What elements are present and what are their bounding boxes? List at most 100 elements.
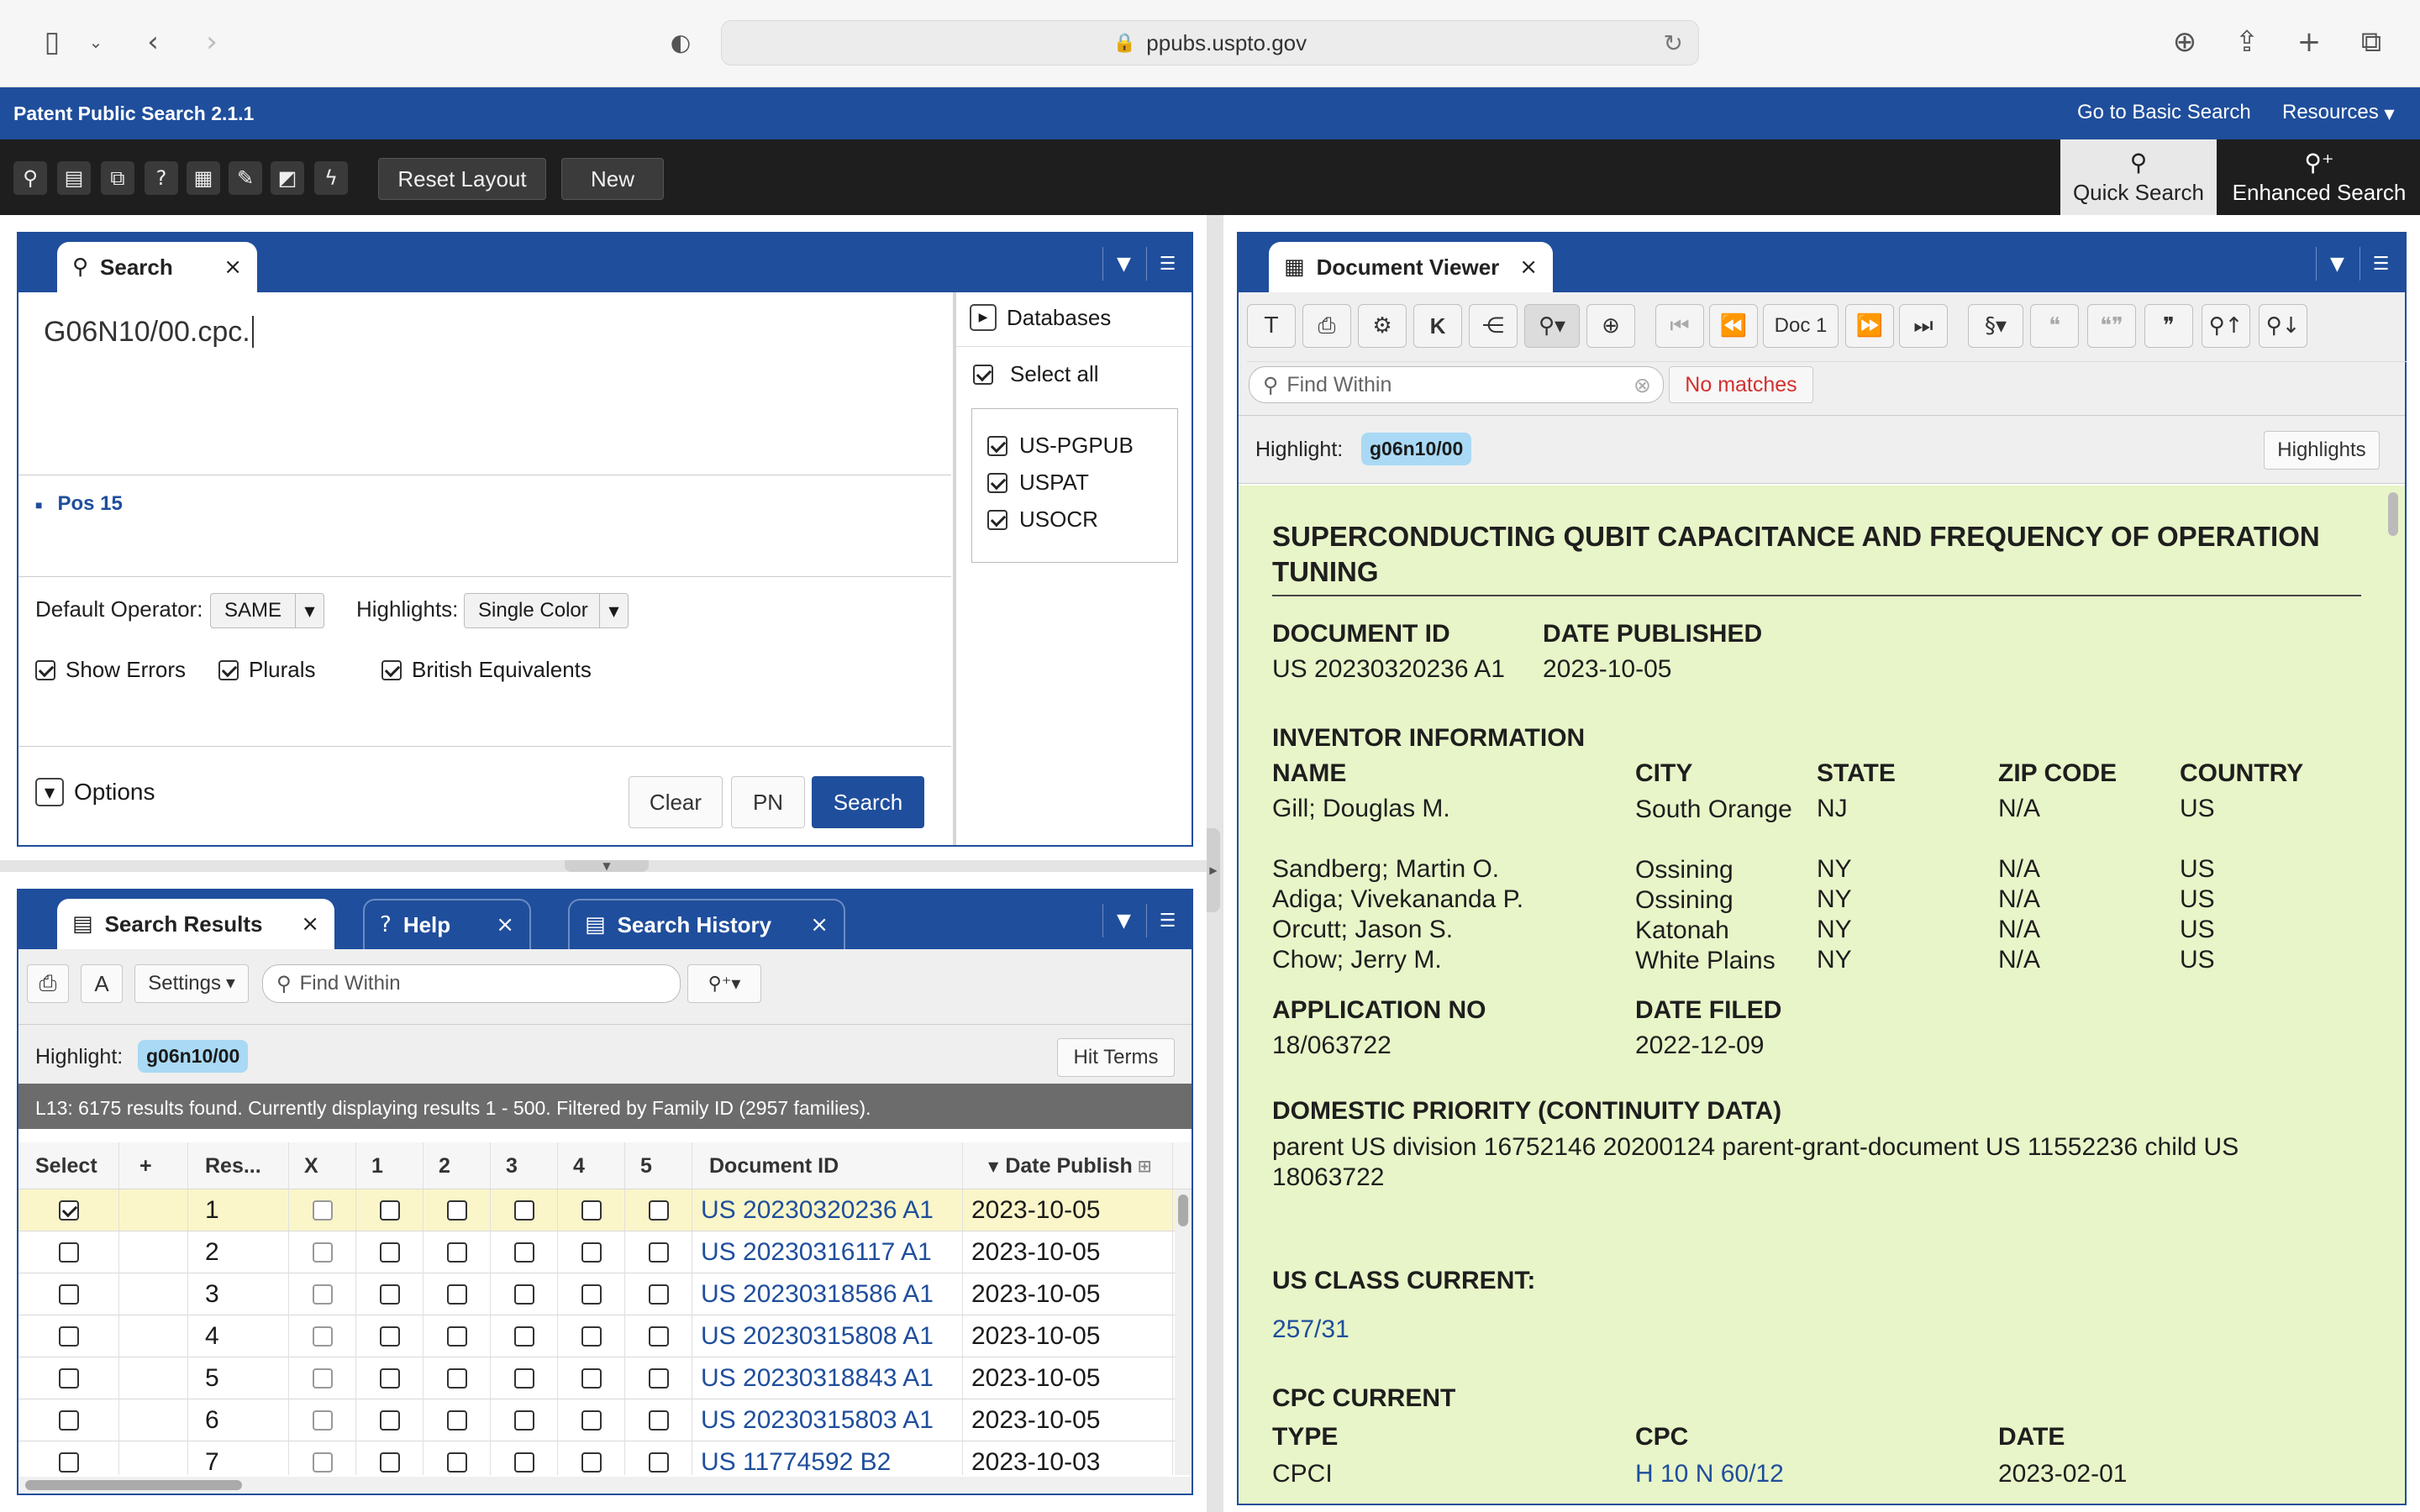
row-mark-5-checkbox[interactable] (648, 1368, 669, 1389)
document-id-link[interactable]: US 20230315803 A1 (692, 1399, 963, 1441)
print-icon[interactable]: ⎙ (1302, 304, 1351, 348)
col-document-id[interactable]: Document ID (692, 1142, 963, 1189)
download-icon[interactable]: ⊕ (2166, 24, 2203, 60)
copy-icon[interactable]: ⧉ (101, 161, 134, 195)
next-doc-icon[interactable]: ⏩ (1845, 304, 1894, 348)
share-icon[interactable]: ⋲ (1469, 304, 1518, 348)
row-mark-3-checkbox[interactable] (513, 1410, 534, 1431)
doc-number[interactable]: Doc 1 (1763, 304, 1839, 348)
horizontal-splitter[interactable]: ▼ (0, 860, 1207, 872)
first-doc-icon[interactable]: ⏮ (1655, 304, 1704, 348)
databases-header[interactable]: ▶ Databases (970, 304, 1111, 331)
search-dropdown-icon[interactable]: ⚲▾ (1524, 304, 1580, 348)
search-options-icon[interactable]: ⚲⁺▾ (687, 964, 761, 1003)
row-mark-5-checkbox[interactable] (648, 1284, 669, 1305)
table-row[interactable]: 1 US 20230320236 A1 2023-10-05 (18, 1189, 1192, 1231)
row-mark-1-checkbox[interactable] (379, 1242, 400, 1263)
table-row[interactable]: 4 US 20230315808 A1 2023-10-05 (18, 1315, 1192, 1357)
new-button[interactable]: New (561, 158, 664, 200)
row-select-checkbox[interactable] (58, 1326, 79, 1347)
highlight-term[interactable]: g06n10/00 (138, 1040, 249, 1073)
row-mark-3-checkbox[interactable] (513, 1368, 534, 1389)
search-up-icon[interactable]: ⚲↑ (2202, 304, 2250, 348)
font-size-icon[interactable]: A (81, 964, 123, 1003)
row-mark-4-checkbox[interactable] (581, 1452, 602, 1473)
database-checkbox[interactable] (987, 435, 1007, 456)
row-expand-cell[interactable] (119, 1315, 188, 1357)
tab-document-viewer[interactable]: ▦ Document Viewer × (1269, 242, 1553, 292)
vertical-scrollbar[interactable] (1175, 1189, 1192, 1475)
search-down-icon[interactable]: ⚲↓ (2259, 304, 2307, 348)
row-mark-3-checkbox[interactable] (513, 1452, 534, 1473)
british-equivalents-option[interactable]: British Equivalents (381, 657, 592, 683)
kwic-icon[interactable]: K (1413, 304, 1462, 348)
row-mark-4-checkbox[interactable] (581, 1368, 602, 1389)
row-expand-cell[interactable] (119, 1273, 188, 1315)
table-row[interactable]: 2 US 20230316117 A1 2023-10-05 (18, 1231, 1192, 1273)
panel-dropdown-icon[interactable]: ▼ (1102, 247, 1144, 281)
pn-button[interactable]: PN (731, 776, 805, 828)
row-mark-5-checkbox[interactable] (648, 1410, 669, 1431)
find-within-input[interactable]: ⚲ Find Within (262, 964, 681, 1003)
settings-button[interactable]: Settings ▼ (134, 964, 249, 1003)
document-id-link[interactable]: US 20230318586 A1 (692, 1273, 963, 1315)
tab-help[interactable]: ? Help × (363, 899, 531, 949)
table-row[interactable]: 6 US 20230315803 A1 2023-10-05 (18, 1399, 1192, 1441)
col-expand[interactable]: + (119, 1142, 188, 1189)
document-id-link[interactable]: US 20230320236 A1 (692, 1189, 963, 1231)
col-select[interactable]: Select (18, 1142, 119, 1189)
search-button[interactable]: Search (812, 776, 924, 828)
column-expand-icon[interactable]: ⊞ (1138, 1156, 1152, 1176)
quick-search-button[interactable]: ⚲ Quick Search (2060, 139, 2217, 215)
highlight-term[interactable]: g06n10/00 (1361, 433, 1472, 465)
row-select-checkbox[interactable] (58, 1410, 79, 1431)
col-1[interactable]: 1 (356, 1142, 424, 1189)
row-select-checkbox[interactable] (58, 1368, 79, 1389)
panel-dropdown-icon[interactable]: ▼ (2316, 247, 2358, 281)
row-mark-5-checkbox[interactable] (648, 1242, 669, 1263)
text-format-icon[interactable]: T (1247, 304, 1296, 348)
chevron-down-icon[interactable]: ⌄ (77, 24, 114, 60)
close-icon[interactable]: × (301, 911, 319, 937)
col-5[interactable]: 5 (625, 1142, 692, 1189)
row-mark-3-checkbox[interactable] (513, 1326, 534, 1347)
tag-icon[interactable]: ◩ (271, 161, 304, 195)
row-mark-2-checkbox[interactable] (446, 1368, 467, 1389)
vertical-splitter[interactable]: ▶ (1207, 215, 1223, 1512)
print-icon[interactable]: ⎙ (27, 964, 69, 1003)
row-x-checkbox[interactable] (312, 1326, 333, 1347)
row-mark-5-checkbox[interactable] (648, 1452, 669, 1473)
row-x-checkbox[interactable] (312, 1200, 333, 1221)
close-icon[interactable]: × (496, 912, 514, 937)
row-select-checkbox[interactable] (58, 1452, 79, 1473)
quote-open-icon[interactable]: ❝ (2030, 304, 2079, 348)
row-mark-2-checkbox[interactable] (446, 1200, 467, 1221)
share-icon[interactable]: ⇪ (2228, 24, 2265, 60)
scrollbar-thumb[interactable] (1178, 1194, 1188, 1226)
table-row[interactable]: 5 US 20230318843 A1 2023-10-05 (18, 1357, 1192, 1399)
row-x-checkbox[interactable] (312, 1284, 333, 1305)
row-mark-4-checkbox[interactable] (581, 1242, 602, 1263)
row-x-checkbox[interactable] (312, 1452, 333, 1473)
last-doc-icon[interactable]: ⏭ (1899, 304, 1948, 348)
horizontal-scrollbar[interactable] (18, 1477, 1192, 1494)
tab-search-results[interactable]: ▤ Search Results × (57, 899, 334, 949)
row-mark-1-checkbox[interactable] (379, 1410, 400, 1431)
row-mark-1-checkbox[interactable] (379, 1284, 400, 1305)
col-2[interactable]: 2 (424, 1142, 491, 1189)
row-mark-2-checkbox[interactable] (446, 1242, 467, 1263)
back-icon[interactable]: ‹ (134, 24, 171, 60)
row-x-checkbox[interactable] (312, 1410, 333, 1431)
help-icon[interactable]: ? (145, 161, 178, 195)
row-mark-3-checkbox[interactable] (513, 1242, 534, 1263)
row-mark-4-checkbox[interactable] (581, 1284, 602, 1305)
reset-layout-button[interactable]: Reset Layout (378, 158, 546, 200)
row-mark-1-checkbox[interactable] (379, 1452, 400, 1473)
zoom-in-icon[interactable]: ⊕ (1586, 304, 1635, 348)
database-item[interactable]: USOCR (987, 507, 1098, 533)
tab-search-history[interactable]: ▤ Search History × (568, 899, 845, 949)
database-item[interactable]: US-PGPUB (987, 433, 1134, 459)
shield-icon[interactable]: ◐ (662, 24, 699, 60)
database-checkbox[interactable] (987, 472, 1007, 493)
address-bar[interactable]: 🔒 ppubs.uspto.gov ↻ (721, 20, 1699, 66)
